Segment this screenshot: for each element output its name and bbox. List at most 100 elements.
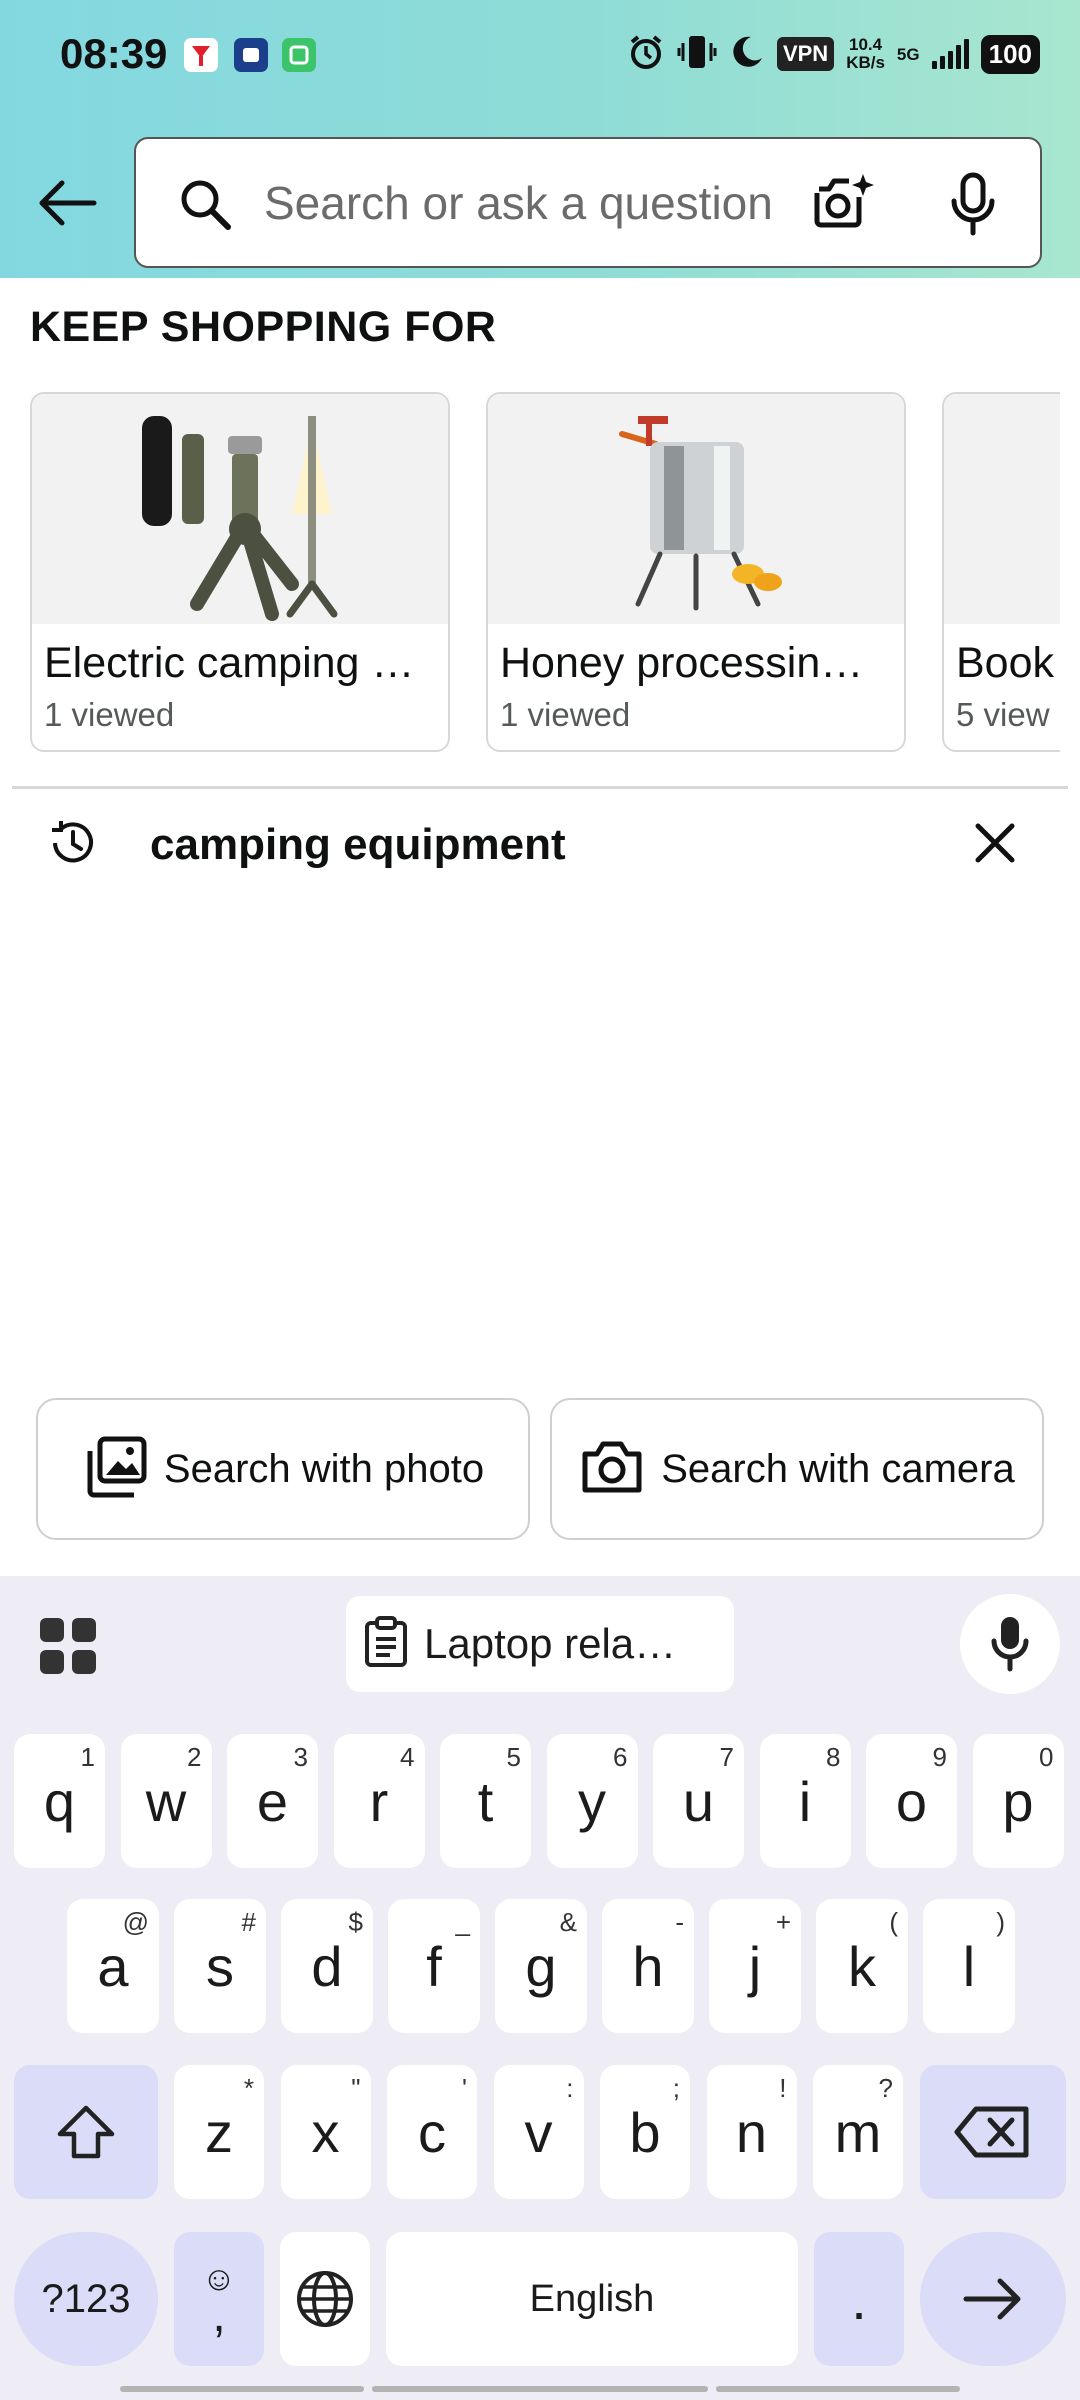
history-icon xyxy=(46,816,100,875)
key-g[interactable]: g & xyxy=(495,1899,587,2033)
section-title: KEEP SHOPPING FOR xyxy=(30,303,497,351)
product-viewed-count: 5 view xyxy=(956,696,1050,733)
visual-search-camera-icon[interactable] xyxy=(811,171,877,238)
app-notification-icon xyxy=(184,38,218,72)
emoji-comma-key[interactable]: ☺ , xyxy=(174,2232,264,2366)
key-d[interactable]: d $ xyxy=(281,1899,373,2033)
language-key[interactable] xyxy=(280,2232,370,2366)
key-hint: 4 xyxy=(400,1742,415,1772)
backspace-key[interactable] xyxy=(920,2065,1066,2199)
key-a[interactable]: a @ xyxy=(67,1899,159,2033)
product-card[interactable]: Electric camping … 1 viewed xyxy=(30,392,450,752)
key-hint: + xyxy=(775,1907,791,1937)
key-label: c xyxy=(418,2100,446,2164)
key-hint: 0 xyxy=(1039,1742,1054,1772)
vpn-badge: VPN xyxy=(776,37,835,71)
key-hint: ! xyxy=(779,2073,787,2103)
key-hint: ( xyxy=(889,1907,898,1937)
product-card[interactable]: Honey processin… 1 viewed xyxy=(486,392,906,752)
key-label: x xyxy=(311,2100,340,2164)
key-e[interactable]: e3 xyxy=(227,1734,318,1868)
key-label: w xyxy=(145,1769,187,1833)
product-card[interactable]: Book 5 view xyxy=(942,392,1060,752)
key-y[interactable]: y6 xyxy=(546,1734,638,1868)
key-w[interactable]: w2 xyxy=(120,1734,212,1868)
key-label: k xyxy=(848,1934,876,1998)
app-notification-icon xyxy=(282,38,316,72)
remove-history-button[interactable] xyxy=(970,818,1020,873)
keyboard-menu-grid-icon[interactable] xyxy=(38,1616,98,1681)
gesture-bar xyxy=(372,2386,708,2392)
key-label: i xyxy=(798,1769,812,1833)
key-f[interactable]: f _ xyxy=(388,1899,480,2033)
key-hint: 6 xyxy=(613,1742,628,1772)
key-k[interactable]: k( xyxy=(816,1899,908,2033)
key-label: h xyxy=(632,1934,664,1998)
keyboard-toolbar: Laptop rela… xyxy=(0,1576,1080,1706)
key-r[interactable]: r4 xyxy=(333,1734,425,1868)
back-button[interactable] xyxy=(30,170,104,236)
key-x[interactable]: x " xyxy=(280,2065,371,2199)
search-with-camera-button[interactable]: Search with camera xyxy=(550,1398,1044,1540)
space-key[interactable]: English xyxy=(386,2232,798,2366)
search-with-photo-button[interactable]: Search with photo xyxy=(36,1398,530,1540)
key-u[interactable]: u7 xyxy=(653,1734,744,1868)
key-b[interactable]: b; xyxy=(600,2065,690,2199)
key-hint: 8 xyxy=(826,1742,841,1772)
keep-shopping-carousel[interactable]: Electric camping … 1 viewed Honey proces… xyxy=(0,392,1060,754)
key-hint: - xyxy=(675,1907,684,1937)
key-o[interactable]: o9 xyxy=(866,1734,957,1868)
arrow-left-icon xyxy=(39,180,97,226)
key-label: q xyxy=(43,1769,76,1833)
symbols-key[interactable]: ?123 xyxy=(14,2232,158,2366)
key-label: r xyxy=(369,1769,389,1833)
key-hint: _ xyxy=(455,1907,470,1937)
key-label: n xyxy=(735,2100,768,2164)
key-label: o xyxy=(895,1769,928,1833)
comma-label: , xyxy=(212,2289,226,2342)
key-v[interactable]: v: xyxy=(493,2065,584,2199)
enter-key[interactable] xyxy=(920,2232,1066,2366)
key-n[interactable]: n! xyxy=(706,2065,797,2199)
key-label: t xyxy=(477,1769,494,1833)
key-i[interactable]: i8 xyxy=(759,1734,851,1868)
key-p[interactable]: p0 xyxy=(972,1734,1064,1868)
key-hint: 7 xyxy=(719,1742,734,1772)
key-l[interactable]: l) xyxy=(923,1899,1015,2033)
history-query: camping equipment xyxy=(150,820,566,869)
key-c[interactable]: c ' xyxy=(387,2065,477,2199)
key-label: y xyxy=(578,1769,606,1833)
key-label: l xyxy=(962,1934,976,1998)
key-h[interactable]: h- xyxy=(602,1899,694,2033)
key-s[interactable]: s # xyxy=(174,1899,266,2033)
key-t[interactable]: t5 xyxy=(440,1734,531,1868)
shift-key[interactable] xyxy=(14,2065,158,2199)
product-viewed-count: 1 viewed xyxy=(500,696,631,733)
clipboard-suggestion[interactable]: Laptop rela… xyxy=(346,1596,734,1692)
product-title: Electric camping … xyxy=(44,639,415,687)
photo-gallery-icon xyxy=(82,1435,148,1504)
search-with-photo-label: Search with photo xyxy=(163,1446,485,1491)
divider xyxy=(12,786,1068,789)
key-label: a xyxy=(97,1934,129,1998)
voice-search-mic-icon[interactable] xyxy=(948,171,998,242)
screen: 08:39 VPN 10.4 KB/s 5G 100 Search or ask… xyxy=(0,0,1080,2400)
search-bar[interactable] xyxy=(134,137,1042,268)
camera-icon xyxy=(579,1438,645,1501)
key-hint: @ xyxy=(122,1907,149,1937)
search-history-item[interactable]: camping equipment xyxy=(0,800,1080,890)
period-key[interactable]: . xyxy=(814,2232,904,2366)
key-hint: 1 xyxy=(80,1742,95,1772)
key-j[interactable]: j + xyxy=(709,1899,801,2033)
key-m[interactable]: m? xyxy=(813,2065,903,2199)
keyboard-voice-button[interactable] xyxy=(960,1594,1060,1694)
key-label: u xyxy=(682,1769,715,1833)
key-label: p xyxy=(1002,1769,1034,1833)
status-time: 08:39 xyxy=(60,30,168,77)
key-hint: 9 xyxy=(932,1742,947,1772)
key-z[interactable]: z * xyxy=(174,2065,264,2199)
gesture-bar xyxy=(120,2386,364,2392)
key-label: j xyxy=(748,1934,762,1998)
key-q[interactable]: q1 xyxy=(14,1734,105,1868)
globe-icon xyxy=(297,2271,353,2327)
